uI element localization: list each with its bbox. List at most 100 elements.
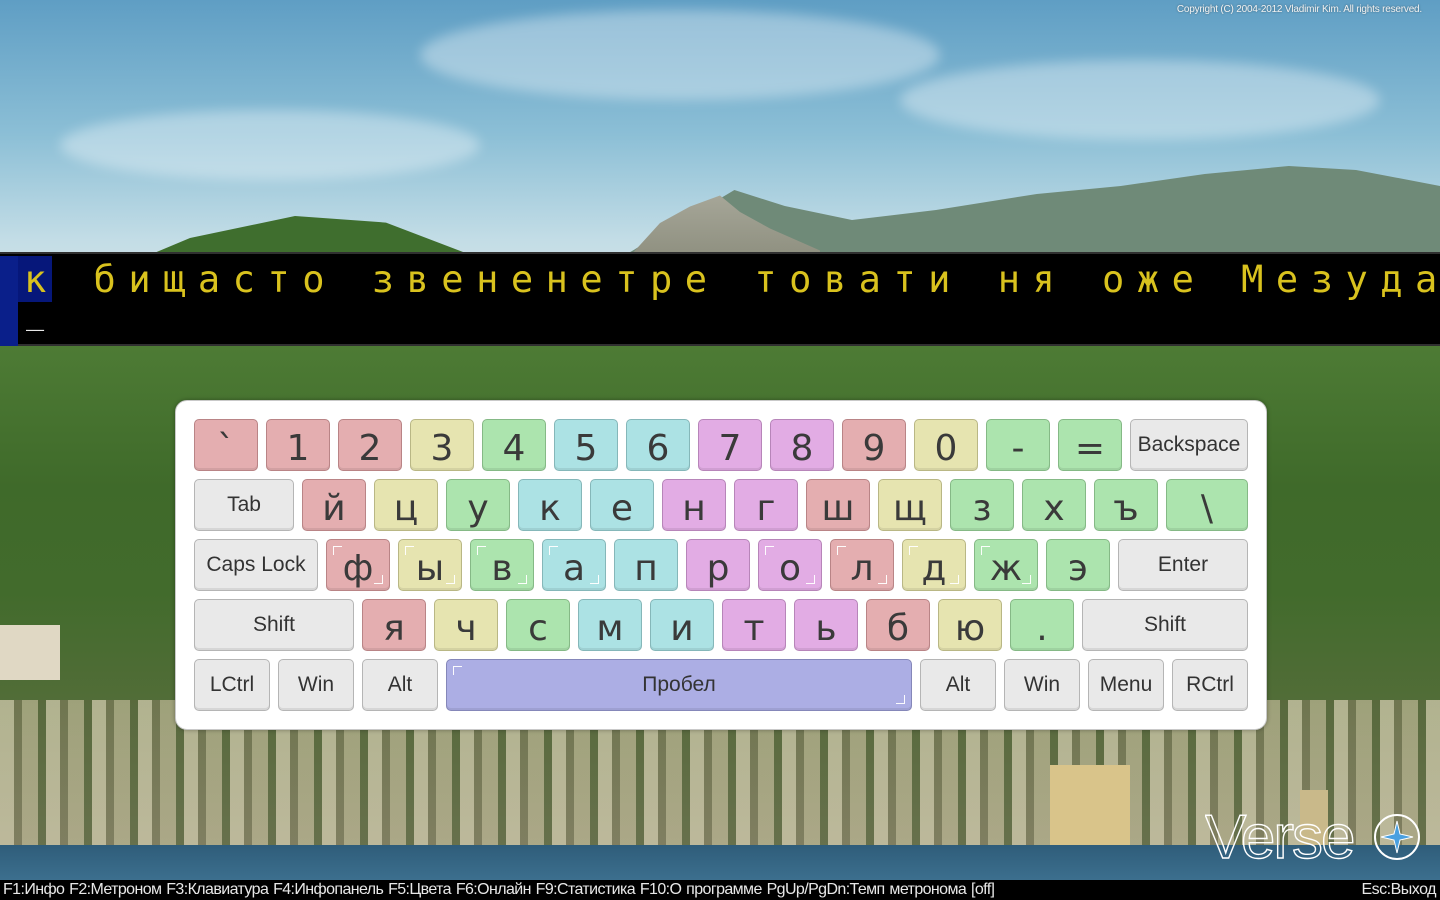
key-label: т [743,607,765,649]
key-а[interactable]: а [542,539,606,591]
key-win[interactable]: Win [1004,659,1080,711]
key-й[interactable]: й [302,479,366,531]
key-label: о [778,547,802,589]
key-label: Shift [252,613,296,636]
key-ш[interactable]: ш [806,479,870,531]
key-label: г [756,487,776,529]
key-р[interactable]: р [686,539,750,591]
key-label: м [596,607,624,649]
key-ж[interactable]: ж [974,539,1038,591]
key-7[interactable]: 7 [698,419,762,471]
key-label: ь [815,607,837,649]
key-д[interactable]: д [902,539,966,591]
key-backspace[interactable]: Backspace [1130,419,1248,471]
key-х[interactable]: х [1022,479,1086,531]
key-caps-lock[interactable]: Caps Lock [194,539,318,591]
key-2[interactable]: 2 [338,419,402,471]
key-label: Пробел [642,673,716,696]
key-label: ы [415,547,445,589]
key-label: Win [1023,673,1061,696]
key-э[interactable]: э [1046,539,1110,591]
key-label: ш [821,487,855,529]
key-ъ[interactable]: ъ [1094,479,1158,531]
exit-shortcut[interactable]: Esc:Выход [1362,880,1437,900]
key-щ[interactable]: щ [878,479,942,531]
key-ц[interactable]: ц [374,479,438,531]
key-0[interactable]: 0 [914,419,978,471]
key-lctrl[interactable]: LCtrl [194,659,270,711]
copyright-text: Copyright (C) 2004-2012 Vladimir Kim. Al… [1176,4,1422,15]
key-tab[interactable]: Tab [194,479,294,531]
key-label: п [634,547,658,589]
key-label: н [682,487,706,529]
key-label: у [467,487,489,529]
key-label: - [1011,427,1025,469]
key-ю[interactable]: ю [938,599,1002,651]
key-rctrl[interactable]: RCtrl [1172,659,1248,711]
key-1[interactable]: 1 [266,419,330,471]
target-line-marker [0,256,18,302]
input-cursor[interactable]: _ [26,297,44,332]
key-с[interactable]: с [506,599,570,651]
key-з[interactable]: з [950,479,1014,531]
key-win[interactable]: Win [278,659,354,711]
key-я[interactable]: я [362,599,426,651]
key-ф[interactable]: ф [326,539,390,591]
key-label: Win [297,673,335,696]
key-label: ъ [1113,487,1139,529]
key-equals[interactable]: = [1058,419,1122,471]
key-enter[interactable]: Enter [1118,539,1248,591]
key-в[interactable]: в [470,539,534,591]
key-label: = [1074,427,1106,469]
key-т[interactable]: т [722,599,786,651]
key-пробел[interactable]: Пробел [446,659,912,711]
key-г[interactable]: г [734,479,798,531]
function-key-shortcuts[interactable]: F1:Инфо F2:Метроном F3:Клавиатура F4:Инф… [3,880,995,900]
key-4[interactable]: 4 [482,419,546,471]
key-label: 5 [574,427,598,469]
building [0,625,60,680]
key-label: р [706,547,730,589]
key-у[interactable]: у [446,479,510,531]
key-label: Caps Lock [206,553,306,576]
key-minus[interactable]: - [986,419,1050,471]
key-label: и [670,607,694,649]
key-shift[interactable]: Shift [194,599,354,651]
key-ы[interactable]: ы [398,539,462,591]
key-label: 6 [646,427,670,469]
key-label: RCtrl [1186,673,1234,696]
key-е[interactable]: е [590,479,654,531]
status-bar: F1:Инфо F2:Метроном F3:Клавиатура F4:Инф… [0,880,1440,900]
key-backtick[interactable]: ` [194,419,258,471]
key-п[interactable]: п [614,539,678,591]
key-ь[interactable]: ь [794,599,858,651]
key-9[interactable]: 9 [842,419,906,471]
key-8[interactable]: 8 [770,419,834,471]
key-backslash[interactable]: \ [1166,479,1248,531]
key-м[interactable]: м [578,599,642,651]
key-label: ф [342,547,374,589]
key-и[interactable]: и [650,599,714,651]
key-б[interactable]: б [866,599,930,651]
key-label: LCtrl [209,673,255,696]
key-shift[interactable]: Shift [1082,599,1248,651]
key-к[interactable]: к [518,479,582,531]
key-menu[interactable]: Menu [1088,659,1164,711]
key-ч[interactable]: ч [434,599,498,651]
key-л[interactable]: л [830,539,894,591]
key-label: с [528,607,548,649]
key-5[interactable]: 5 [554,419,618,471]
key-label: Menu [1099,673,1153,696]
key-alt[interactable]: Alt [362,659,438,711]
key-alt[interactable]: Alt [920,659,996,711]
key-о[interactable]: о [758,539,822,591]
key-label: 2 [358,427,382,469]
key-label: 3 [430,427,454,469]
key-period[interactable]: . [1010,599,1074,651]
key-6[interactable]: 6 [626,419,690,471]
key-label: й [322,487,346,529]
key-3[interactable]: 3 [410,419,474,471]
key-н[interactable]: н [662,479,726,531]
key-label: Tab [227,493,261,516]
key-label: к [539,487,561,529]
